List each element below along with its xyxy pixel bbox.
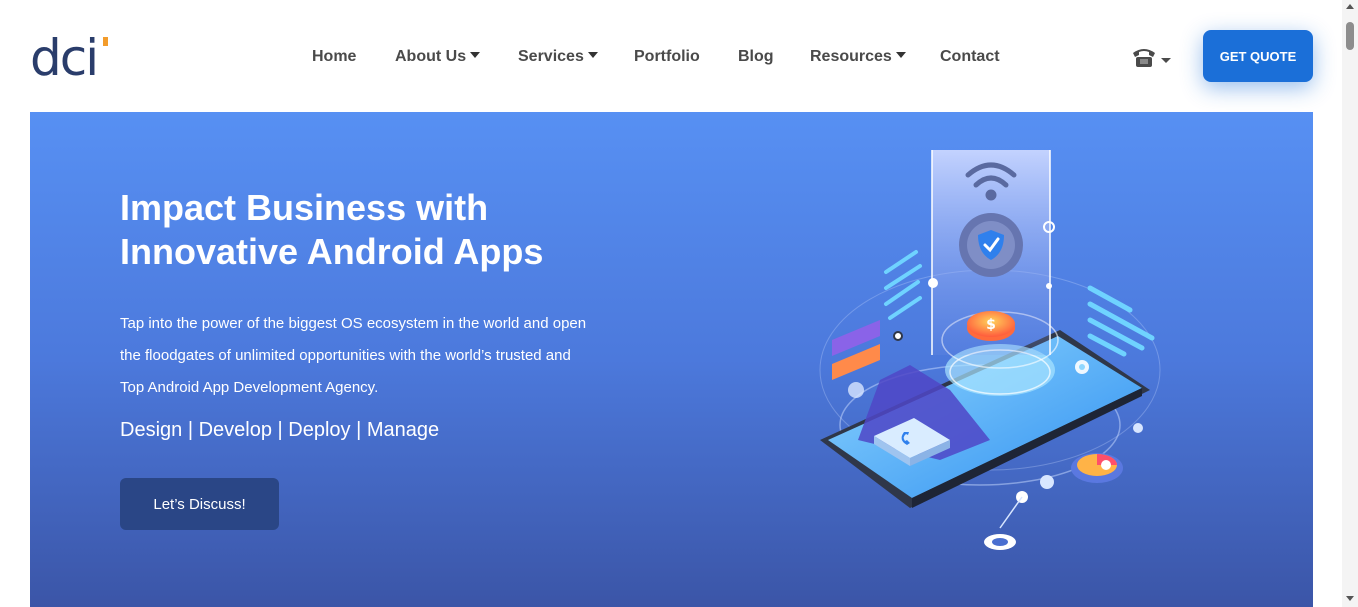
- get-quote-button[interactable]: GET QUOTE: [1203, 30, 1313, 82]
- logo-accent-dot: [103, 37, 108, 46]
- hero-title-line-1: Impact Business with: [120, 187, 489, 228]
- shield-icon: [959, 213, 1023, 277]
- nav-home[interactable]: Home: [312, 46, 356, 68]
- caret-down-icon: [895, 52, 906, 58]
- pie-chart-badge-icon: [1071, 453, 1123, 483]
- nav-services-label: Services: [518, 48, 584, 65]
- decorative-lines-right: [1087, 285, 1155, 357]
- hero-title: Impact Business with Innovative Android …: [120, 186, 680, 274]
- scroll-down-icon[interactable]: [1346, 596, 1354, 601]
- scroll-up-icon[interactable]: [1346, 4, 1354, 9]
- hero-banner: Impact Business with Innovative Android …: [30, 112, 1313, 607]
- caret-down-icon: [470, 52, 481, 58]
- scroll-thumb[interactable]: [1346, 22, 1354, 50]
- bar-blocks-icon: [832, 320, 880, 380]
- nav-blog[interactable]: Blog: [738, 46, 774, 68]
- hero-description: Tap into the power of the biggest OS eco…: [120, 308, 660, 404]
- nav-about-us[interactable]: About Us: [395, 46, 481, 68]
- phone-dropdown[interactable]: [1131, 44, 1175, 72]
- nav-services[interactable]: Services: [518, 46, 598, 68]
- dollar-coin-icon: $: [967, 311, 1015, 341]
- nav-resources[interactable]: Resources: [810, 46, 906, 68]
- nav-resources-label: Resources: [810, 48, 892, 65]
- nav-blog-label: Blog: [738, 48, 774, 65]
- vertical-scrollbar[interactable]: [1342, 0, 1358, 607]
- site-header: dci Home About Us Services Portfolio Blo…: [0, 0, 1342, 112]
- hero-description-line: Tap into the power of the biggest OS eco…: [120, 315, 587, 332]
- hero-title-line-2: Innovative Android Apps: [120, 231, 544, 272]
- hero-description-line: the floodgates of unlimited opportunitie…: [120, 347, 571, 364]
- decorative-lines-left: [884, 250, 922, 320]
- nav-home-label: Home: [312, 48, 357, 65]
- nav-contact[interactable]: Contact: [940, 46, 1000, 68]
- logo-text: dci: [30, 29, 99, 87]
- nav-portfolio[interactable]: Portfolio: [634, 46, 700, 68]
- android-app-illustration: $: [819, 150, 1161, 550]
- dci-logo[interactable]: dci: [30, 28, 108, 88]
- hero-tagline: Design | Develop | Deploy | Manage: [120, 419, 440, 441]
- nav-about-us-label: About Us: [395, 48, 467, 65]
- phone-icon: [1133, 49, 1171, 67]
- caret-down-icon: [587, 52, 598, 58]
- lets-discuss-button[interactable]: Let’s Discuss!: [120, 478, 279, 530]
- svg-text:$: $: [986, 317, 996, 333]
- nav-contact-label: Contact: [940, 48, 1000, 65]
- nav-portfolio-label: Portfolio: [634, 48, 700, 65]
- ring-node-icon: [984, 534, 1016, 550]
- hero-description-line: Top Android App Development Agency.: [120, 379, 379, 396]
